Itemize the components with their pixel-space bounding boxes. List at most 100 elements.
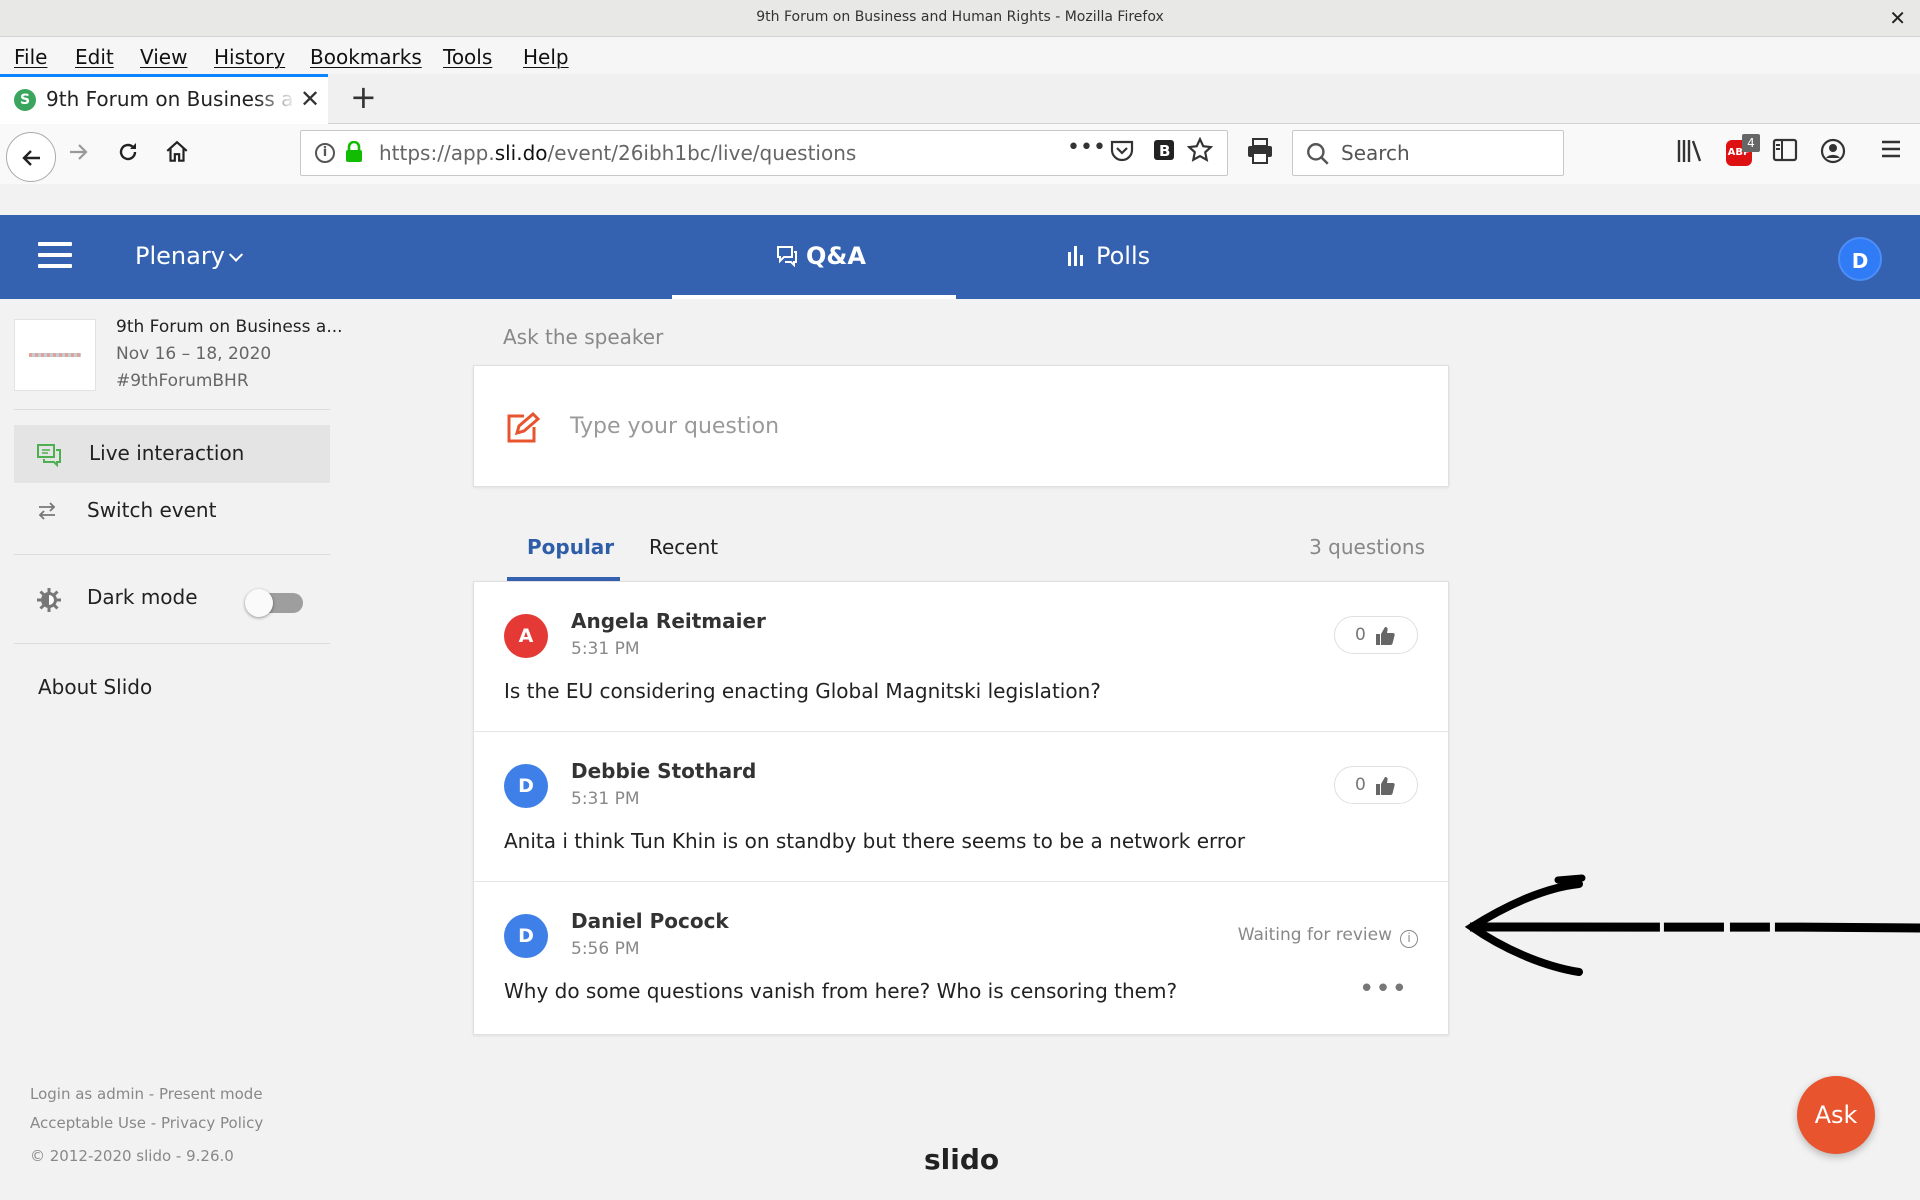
menu-history[interactable]: History: [214, 45, 285, 69]
svg-text:B: B: [1159, 142, 1170, 160]
url-prefix: https://app.: [379, 141, 495, 165]
room-selector[interactable]: Plenary: [135, 242, 243, 270]
footer-admin-links[interactable]: Login as admin - Present mode: [30, 1085, 263, 1103]
event-thumbnail: [14, 319, 96, 391]
author-avatar: A: [504, 614, 548, 658]
event-sidebar: 9th Forum on Business a... Nov 16 – 18, …: [0, 299, 345, 1200]
menu-help[interactable]: Help: [523, 45, 569, 69]
url-text[interactable]: https://app.sli.do/event/26ibh1bc/live/q…: [379, 141, 856, 165]
search-bar[interactable]: Search: [1292, 130, 1564, 176]
info-icon[interactable]: i: [1400, 930, 1418, 948]
user-avatar[interactable]: D: [1838, 237, 1882, 281]
pocket-icon[interactable]: [1109, 139, 1135, 169]
tab-qa-label: Q&A: [806, 242, 866, 270]
menu-view[interactable]: View: [140, 45, 187, 69]
window-close-icon[interactable]: ✕: [1889, 6, 1906, 30]
reload-icon: [119, 143, 137, 161]
menu-tools[interactable]: Tools: [443, 45, 492, 69]
library-icon[interactable]: [1676, 138, 1704, 170]
toggle-knob: [245, 589, 273, 617]
window-title: 9th Forum on Business and Human Rights -…: [756, 9, 1164, 25]
question-tabs: Popular Recent 3 questions: [507, 535, 1425, 581]
lock-icon[interactable]: [345, 141, 363, 163]
navigation-toolbar: i https://app.sli.do/event/26ibh1bc/live…: [0, 124, 1920, 184]
question-item: A Angela Reitmaier 5:31 PM 0 Is the EU c…: [474, 582, 1448, 732]
back-button[interactable]: [6, 132, 56, 182]
tab-recent[interactable]: Recent: [649, 535, 718, 559]
divider: [14, 409, 330, 410]
browser-tab[interactable]: S 9th Forum on Business and Human Rights…: [0, 74, 328, 124]
compose-pencil-icon: [507, 412, 540, 443]
slido-logo: slido: [924, 1143, 1000, 1176]
page-actions-icon[interactable]: •••: [1067, 135, 1106, 160]
question-count: 3 questions: [1309, 535, 1425, 559]
search-icon: [1307, 143, 1329, 165]
tab-polls[interactable]: Polls: [1040, 215, 1240, 299]
star-icon[interactable]: [1186, 136, 1214, 169]
home-icon: [166, 140, 188, 162]
chat-bubbles-icon: [37, 444, 61, 467]
question-placeholder: Type your question: [570, 414, 780, 439]
like-button[interactable]: 0: [1334, 766, 1418, 804]
event-name: 9th Forum on Business a...: [116, 317, 343, 337]
divider: [14, 554, 330, 555]
dark-mode-toggle[interactable]: [245, 589, 303, 617]
menu-bookmarks[interactable]: Bookmarks: [310, 45, 422, 69]
annotation-arrow: [1464, 874, 1920, 976]
slido-favicon-icon: S: [14, 89, 36, 111]
sidebar-item-live-interaction[interactable]: Live interaction: [14, 425, 330, 483]
event-hashtag: #9thForumBHR: [116, 371, 249, 391]
divider: [14, 643, 330, 644]
hamburger-menu-icon[interactable]: [1880, 138, 1902, 166]
print-icon[interactable]: [1246, 138, 1274, 170]
sidebar-toggle-icon[interactable]: [1772, 138, 1798, 168]
author-avatar: D: [504, 914, 548, 958]
forward-button[interactable]: [66, 140, 90, 171]
like-count: 0: [1355, 775, 1366, 795]
room-name: Plenary: [135, 242, 225, 270]
ask-button[interactable]: Ask: [1797, 1076, 1875, 1154]
question-time: 5:31 PM: [571, 789, 640, 809]
home-button[interactable]: [164, 139, 190, 172]
account-icon[interactable]: [1820, 138, 1846, 170]
app-header: Plenary Q&A Polls D: [0, 215, 1920, 299]
question-time: 5:31 PM: [571, 639, 640, 659]
app-menu-icon[interactable]: [38, 242, 72, 268]
menubar: File Edit View History Bookmarks Tools H…: [0, 37, 1920, 74]
sidebar-item-switch-event[interactable]: Switch event: [14, 482, 330, 540]
question-input-box[interactable]: Type your question: [473, 365, 1449, 487]
menu-edit[interactable]: Edit: [75, 45, 114, 69]
adblock-count-badge: 4: [1742, 134, 1760, 152]
question-author: Debbie Stothard: [571, 759, 757, 783]
url-domain: sli.do: [494, 141, 548, 165]
address-bar[interactable]: i https://app.sli.do/event/26ibh1bc/live…: [300, 130, 1228, 176]
footer-policy-links[interactable]: Acceptable Use - Privacy Policy: [30, 1114, 263, 1132]
tab-strip: S 9th Forum on Business and Human Rights…: [0, 74, 1920, 124]
like-count: 0: [1355, 625, 1366, 645]
bookmark-b-icon[interactable]: B: [1153, 139, 1175, 167]
question-author: Daniel Pocock: [571, 909, 729, 933]
menu-file[interactable]: File: [14, 45, 47, 69]
review-status: Waiting for review i: [1238, 925, 1418, 948]
question-text: Is the EU considering enacting Global Ma…: [504, 679, 1101, 703]
url-path: /event/26ibh1bc/live/questions: [547, 141, 857, 165]
sidebar-item-label: Switch event: [87, 498, 217, 522]
tab-qa[interactable]: Q&A: [672, 215, 956, 299]
like-button[interactable]: 0: [1334, 616, 1418, 654]
sidebar-item-dark-mode: Dark mode: [14, 569, 330, 627]
tab-popular[interactable]: Popular: [527, 535, 614, 559]
back-arrow-icon: [22, 150, 40, 166]
more-options-icon[interactable]: •••: [1359, 974, 1408, 1004]
question-item: D Daniel Pocock 5:56 PM Waiting for revi…: [474, 882, 1448, 1034]
author-avatar: D: [504, 764, 548, 808]
tab-polls-label: Polls: [1096, 242, 1151, 270]
sidebar-item-label: Dark mode: [87, 585, 198, 609]
reload-button[interactable]: [116, 140, 140, 171]
thumbs-up-icon: [1376, 627, 1395, 645]
dark-mode-gear-icon: [37, 588, 61, 612]
site-info-icon[interactable]: i: [315, 143, 335, 163]
question-text: Why do some questions vanish from here? …: [504, 979, 1178, 1003]
tab-close-icon[interactable]: ✕: [300, 85, 320, 113]
new-tab-plus-icon[interactable]: +: [350, 78, 377, 116]
about-slido-link[interactable]: About Slido: [38, 675, 152, 699]
